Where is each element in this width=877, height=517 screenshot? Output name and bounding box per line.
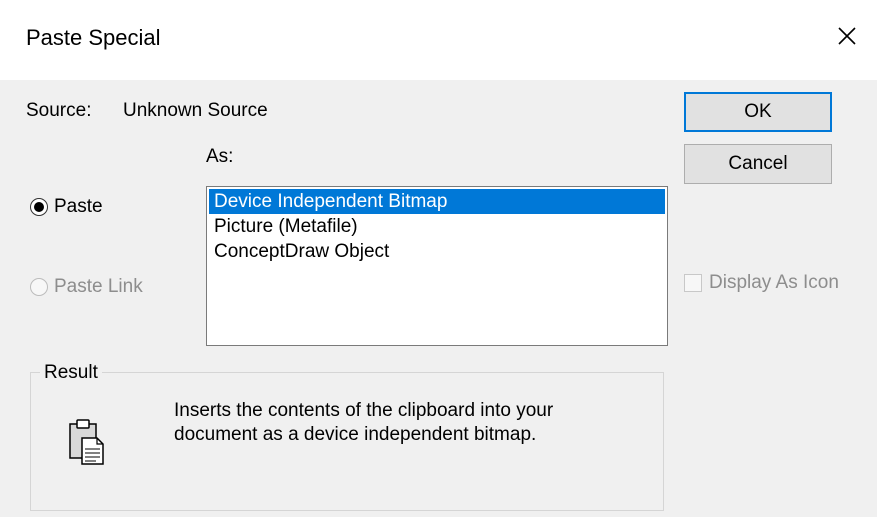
source-value: Unknown Source (123, 100, 268, 121)
list-item[interactable]: Picture (Metafile) (209, 214, 665, 239)
paste-special-dialog: Paste Special Source: Unknown Source As:… (0, 0, 877, 517)
cancel-button[interactable]: Cancel (684, 144, 832, 184)
radio-selected-dot (34, 202, 44, 212)
close-button[interactable] (817, 0, 877, 72)
paste-link-radio-circle (30, 278, 48, 296)
clipboard-icon (69, 419, 104, 465)
list-item[interactable]: Device Independent Bitmap (209, 189, 665, 214)
as-label: As: (206, 146, 234, 167)
result-line-2: document as a device independent bitmap. (174, 424, 537, 445)
paste-link-radio-label: Paste Link (54, 276, 143, 297)
display-as-icon-label: Display As Icon (709, 272, 839, 293)
paste-radio[interactable]: Paste (30, 196, 103, 218)
source-label: Source: (26, 100, 92, 121)
paste-link-radio: Paste Link (30, 276, 143, 298)
result-line-1: Inserts the contents of the clipboard in… (174, 400, 554, 421)
paste-radio-label: Paste (54, 196, 103, 217)
result-legend: Result (40, 362, 102, 384)
result-description: Inserts the contents of the clipboard in… (174, 399, 634, 447)
format-listbox[interactable]: Device Independent Bitmap Picture (Metaf… (206, 186, 668, 346)
list-item[interactable]: ConceptDraw Object (209, 239, 665, 264)
title-bar: Paste Special (0, 0, 877, 80)
ok-button-label: OK (744, 101, 772, 122)
ok-button[interactable]: OK (684, 92, 832, 132)
display-as-icon-box (684, 274, 702, 292)
window-title: Paste Special (26, 25, 161, 50)
display-as-icon-checkbox: Display As Icon (684, 272, 839, 294)
paste-radio-circle[interactable] (30, 198, 48, 216)
cancel-button-label: Cancel (728, 153, 788, 174)
close-icon (838, 27, 856, 45)
